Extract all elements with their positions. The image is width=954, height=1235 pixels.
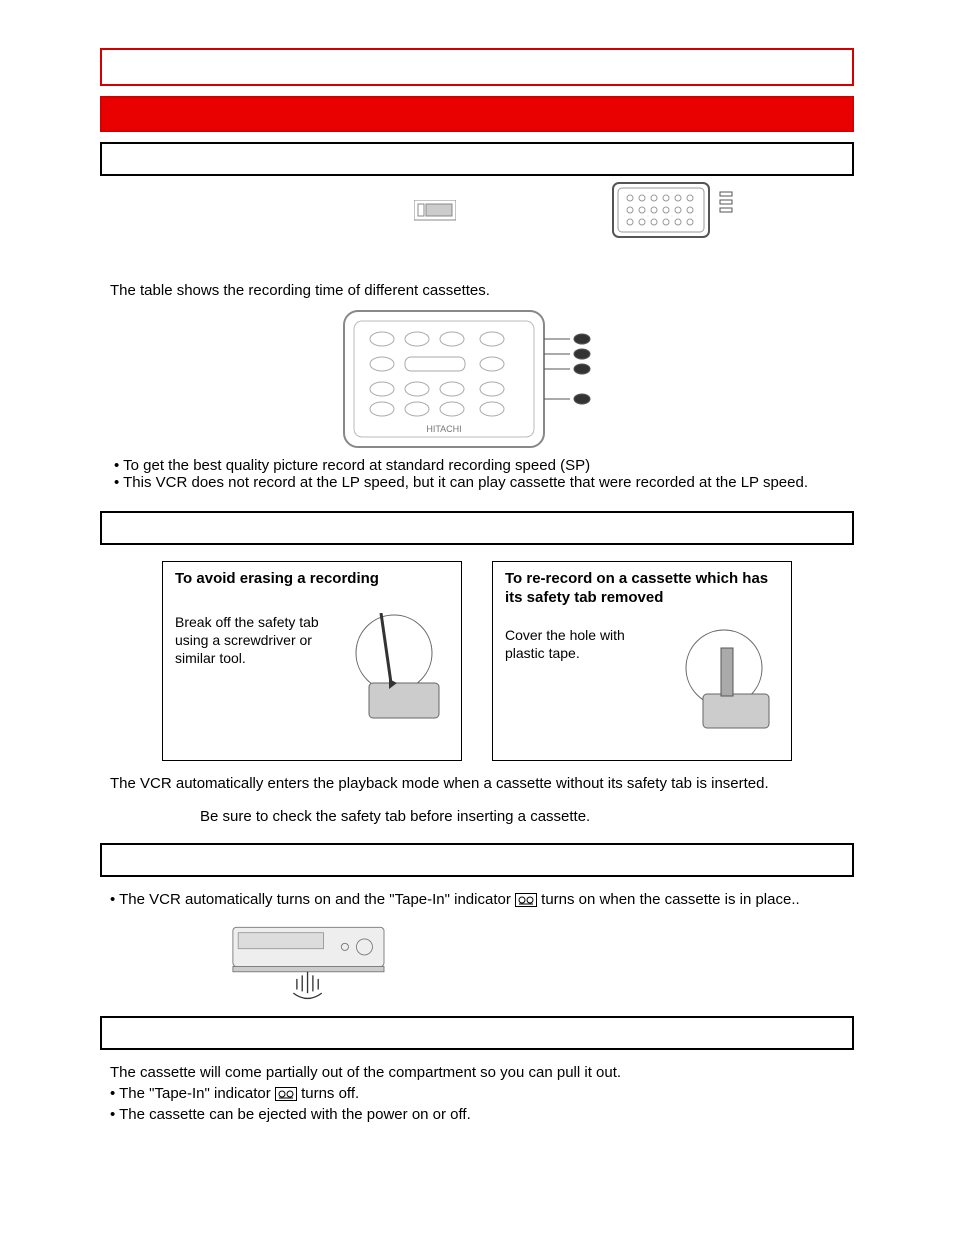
tape-in-indicator-icon-2 xyxy=(275,1085,301,1102)
section-header-box-3 xyxy=(100,843,854,877)
section-header-box-2 xyxy=(100,511,854,545)
svg-text:HITACHI: HITACHI xyxy=(426,424,461,434)
rerecord-title: To re-record on a cassette which has its… xyxy=(505,570,779,608)
tape-in-indicator-icon xyxy=(515,891,541,908)
avoid-erase-illustration xyxy=(339,613,449,733)
rerecord-text: Cover the hole with plastic tape. xyxy=(505,626,659,662)
tape-in-post: turns on when the cassette is in place.. xyxy=(541,891,799,908)
cassette-icon xyxy=(360,182,510,228)
avoid-erase-text: Break off the safety tab using a screwdr… xyxy=(175,613,329,668)
remote-control-large-icon: HITACHI xyxy=(110,309,844,449)
sp-bullet-2: • This VCR does not record at the LP spe… xyxy=(114,474,834,491)
check-tab-note: Be sure to check the safety tab before i… xyxy=(200,808,844,825)
vcr-insert-illustration xyxy=(220,922,844,1002)
intro-table-note: The table shows the recording time of di… xyxy=(110,282,844,299)
eject-off-pre: • The "Tape-In" indicator xyxy=(110,1085,275,1102)
avoid-erase-panel: To avoid erasing a recording Break off t… xyxy=(162,561,462,761)
auto-playback-note: The VCR automatically enters the playbac… xyxy=(110,775,844,792)
eject-power-note: • The cassette can be ejected with the p… xyxy=(110,1106,844,1123)
rerecord-panel: To re-record on a cassette which has its… xyxy=(492,561,792,761)
eject-partial-note: The cassette will come partially out of … xyxy=(110,1064,844,1081)
section-header-box-1 xyxy=(100,142,854,176)
top-red-outline-box xyxy=(100,48,854,86)
eject-off-post: turns off. xyxy=(301,1085,359,1102)
avoid-erase-title: To avoid erasing a recording xyxy=(175,570,449,587)
rerecord-illustration xyxy=(669,626,779,746)
tape-in-line: • The VCR automatically turns on and the… xyxy=(110,891,844,908)
red-filled-bar xyxy=(100,96,854,132)
sp-bullet-1: • To get the best quality picture record… xyxy=(114,457,844,474)
remote-control-top-icon xyxy=(612,182,742,242)
eject-off-line: • The "Tape-In" indicator turns off. xyxy=(110,1085,844,1102)
tape-in-pre: • The VCR automatically turns on and the… xyxy=(110,891,515,908)
section-header-box-4 xyxy=(100,1016,854,1050)
